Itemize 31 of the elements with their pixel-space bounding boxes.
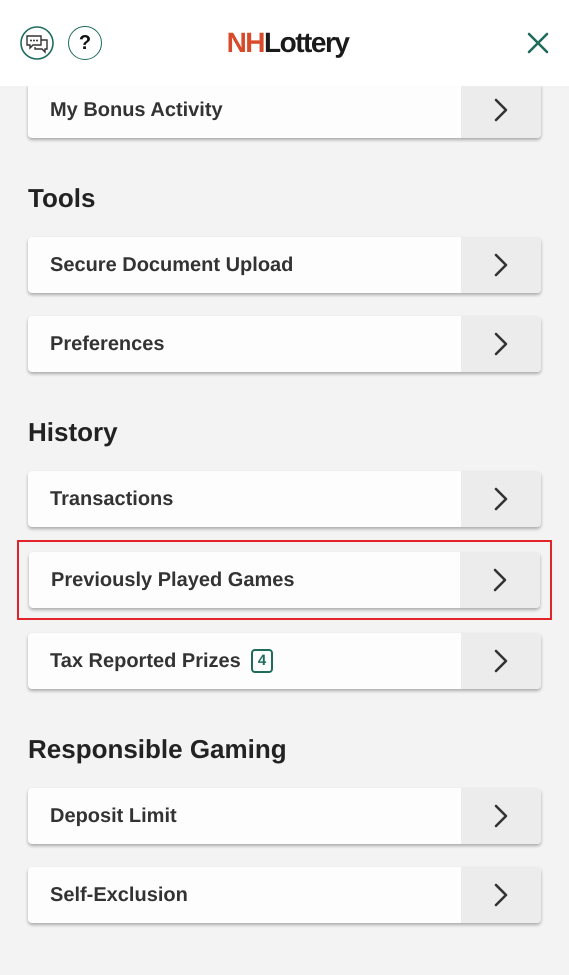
chevron-right-icon — [494, 804, 508, 828]
help-button[interactable]: ? — [68, 26, 102, 60]
menu-item-label: My Bonus Activity — [50, 98, 223, 122]
menu-item-label: Secure Document Upload — [50, 254, 294, 276]
menu-item[interactable]: Tax Reported Prizes 4 — [28, 633, 541, 689]
chevron-right-icon — [494, 883, 508, 907]
chevron-right-icon — [494, 487, 508, 511]
menu-item-label: Transactions — [50, 488, 174, 510]
menu-item-label: Previously Played Games — [51, 568, 294, 592]
logo[interactable]: NHLottery — [226, 29, 348, 57]
menu-item-label: Preferences — [50, 332, 165, 356]
chevron-right-icon — [494, 332, 508, 356]
section-heading: Responsible Gaming — [28, 733, 288, 766]
count-badge: 4 — [250, 649, 274, 673]
section-heading: Tools — [28, 182, 96, 215]
chevron-right-icon — [493, 568, 507, 592]
menu-item[interactable]: Transactions — [28, 471, 541, 527]
menu-item[interactable]: Preferences — [28, 316, 541, 372]
menu-item[interactable]: Secure Document Upload — [28, 237, 541, 293]
section-heading: History — [28, 416, 119, 449]
chevron-right-icon — [494, 98, 508, 122]
menu-item-label: Tax Reported Prizes — [50, 650, 241, 672]
close-icon[interactable] — [526, 32, 549, 54]
menu-item[interactable]: Previously Played Games — [29, 552, 540, 608]
menu-item[interactable]: Deposit Limit — [28, 788, 541, 844]
menu-item-label: Self-Exclusion — [50, 884, 188, 906]
menu-item[interactable]: Self-Exclusion — [28, 867, 541, 923]
chat-icon[interactable] — [20, 26, 54, 60]
chevron-right-icon — [494, 253, 508, 277]
chevron-right-icon — [494, 649, 508, 673]
menu-item-label: Deposit Limit — [50, 804, 177, 828]
